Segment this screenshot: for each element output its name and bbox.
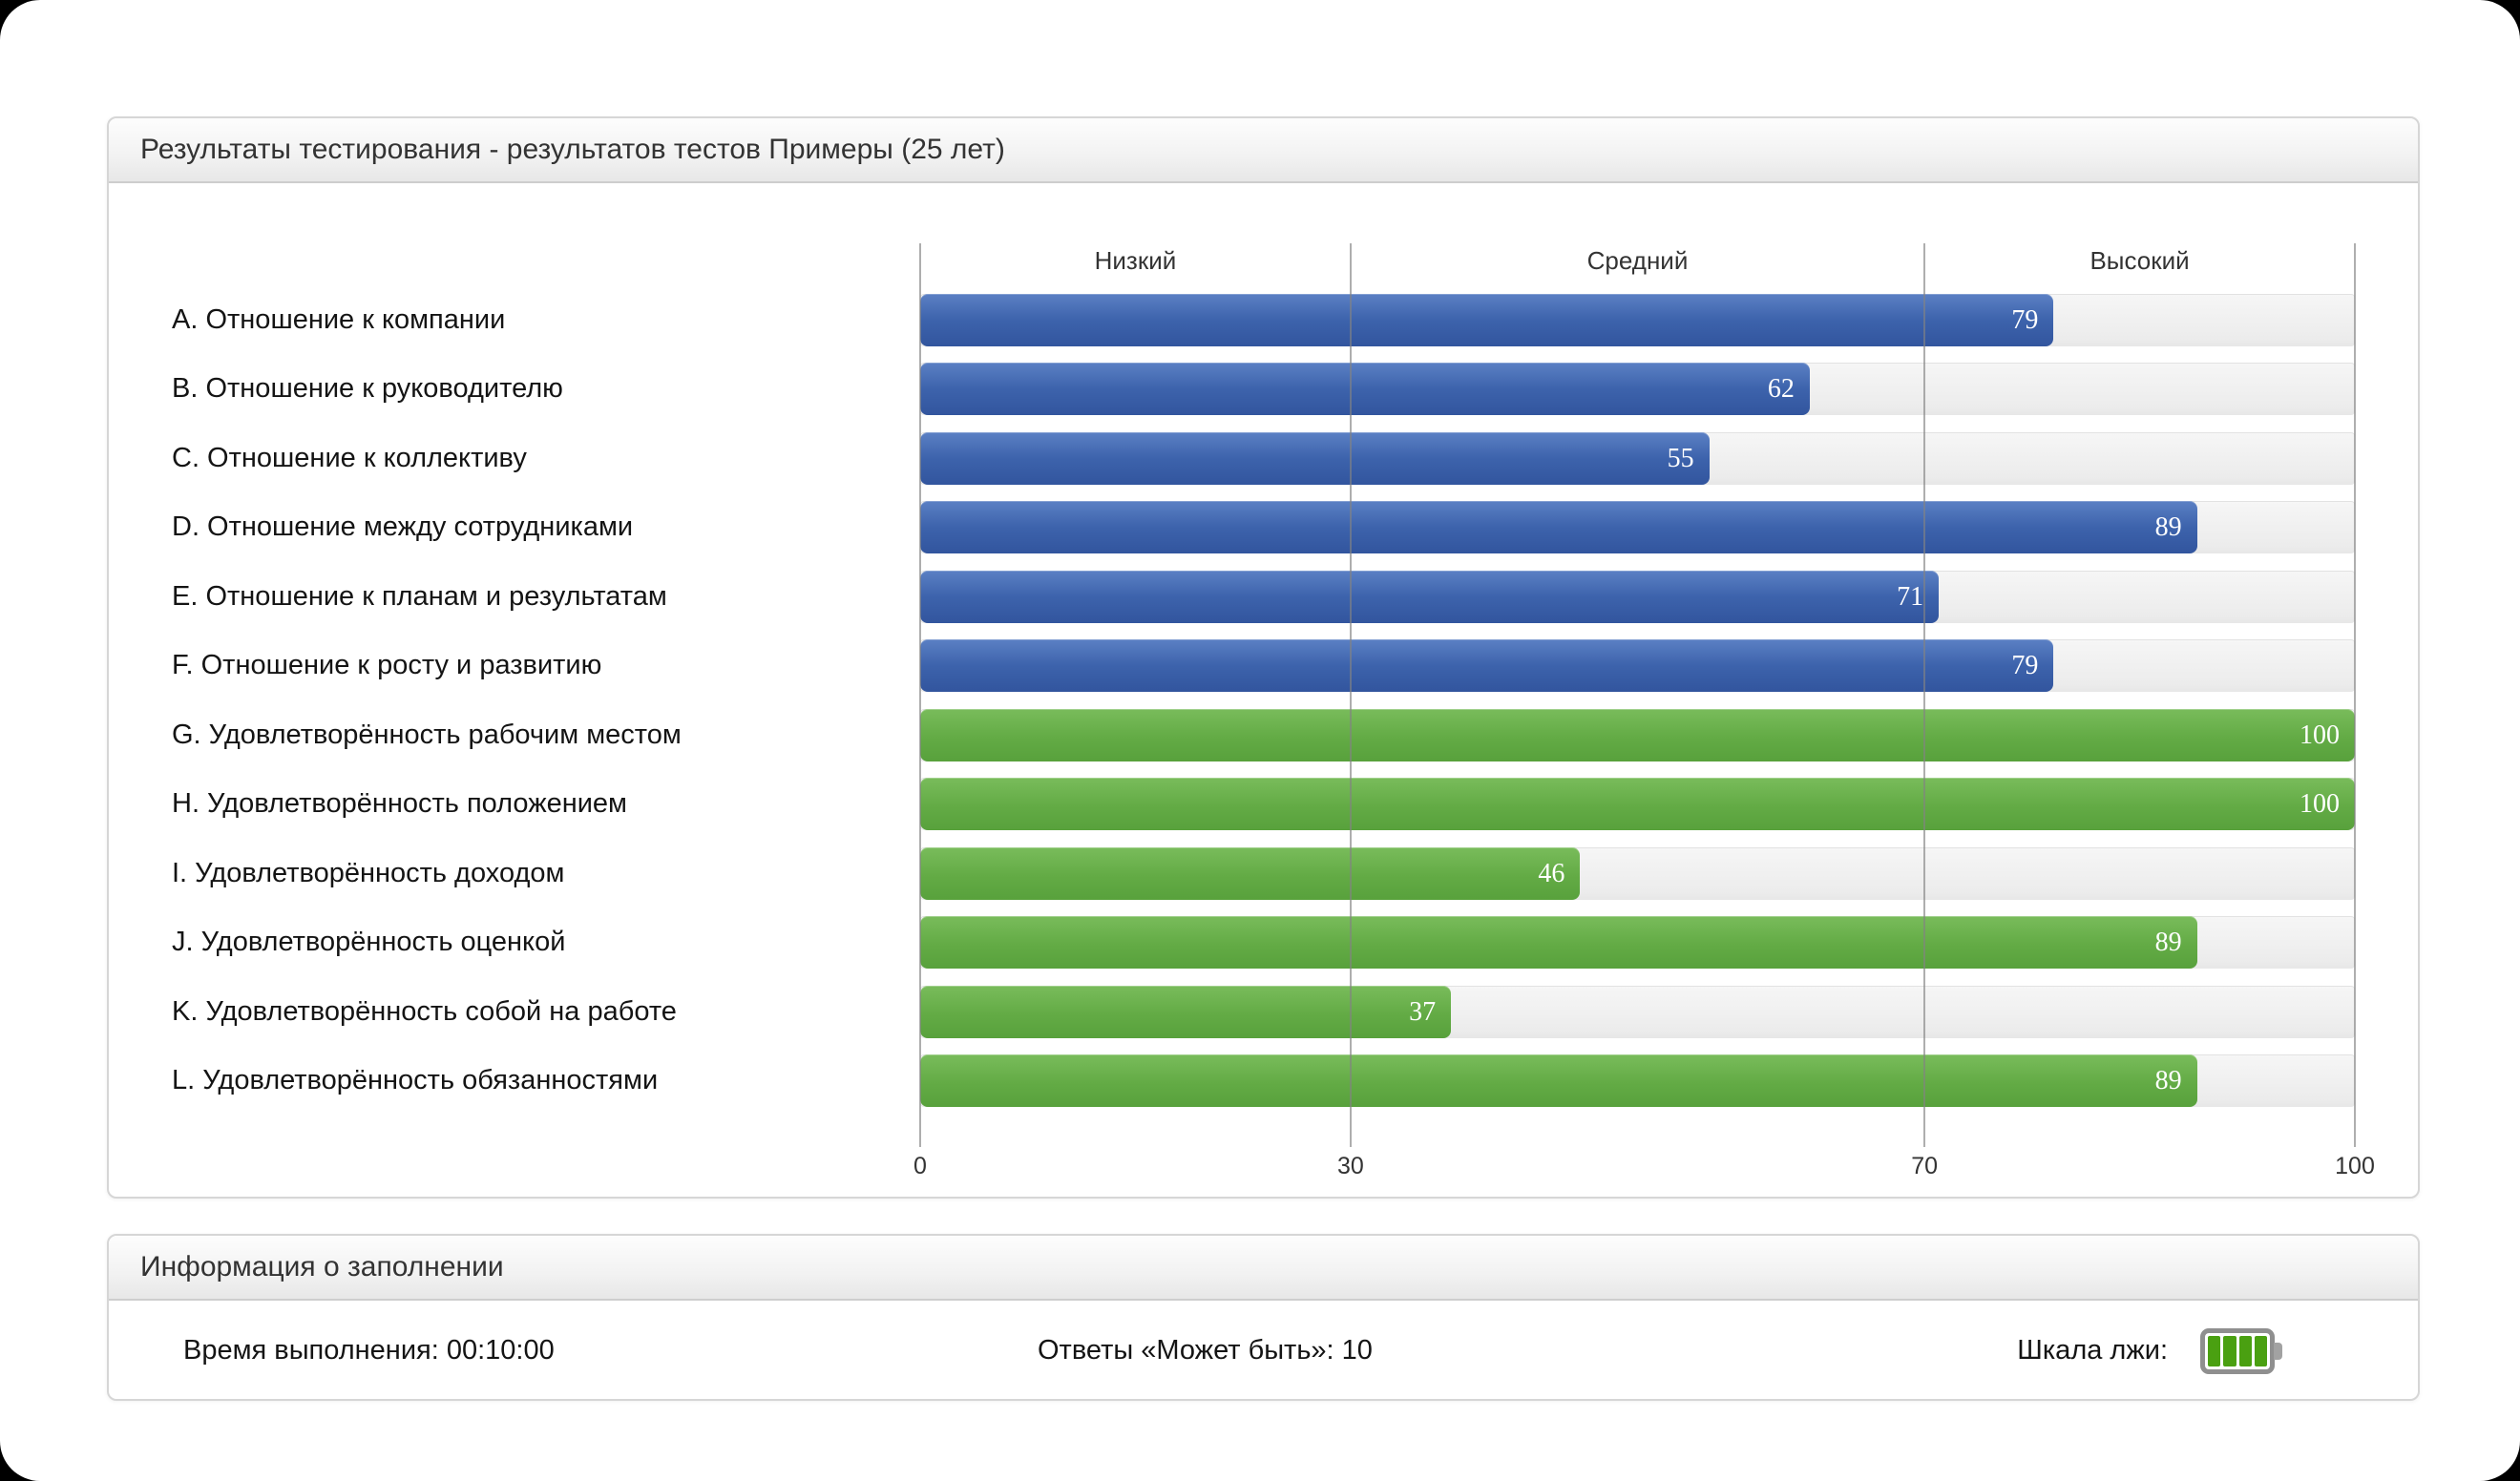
x-tick-label: 0 bbox=[914, 1153, 927, 1179]
battery-segment bbox=[2223, 1336, 2236, 1366]
bar-track: 100 bbox=[920, 709, 2355, 761]
battery-segment bbox=[2208, 1336, 2220, 1366]
battery-icon bbox=[2200, 1328, 2275, 1374]
x-tick-label: 100 bbox=[2335, 1153, 2375, 1179]
bar-value-label: 37 bbox=[1409, 986, 1451, 1038]
value-bar: 100 bbox=[920, 778, 2355, 830]
test-results-title: Результаты тестирования - результатов те… bbox=[140, 134, 1005, 166]
fill-info-header: Информация о заполнении bbox=[109, 1236, 2418, 1301]
zone-label: Средний bbox=[1587, 245, 1689, 276]
value-bar: 79 bbox=[920, 294, 2053, 346]
report-page: Результаты тестирования - результатов те… bbox=[0, 0, 2520, 1481]
test-results-header: Результаты тестирования - результатов те… bbox=[109, 118, 2418, 183]
bar-track: 46 bbox=[920, 847, 2355, 900]
category-label: E. Отношение к планам и результатам bbox=[109, 581, 920, 613]
category-label: L. Удовлетворённость обязанностями bbox=[109, 1065, 920, 1096]
value-bar: 89 bbox=[920, 916, 2197, 969]
lie-scale-label: Шкала лжи: bbox=[2017, 1335, 2168, 1366]
bar-value-label: 55 bbox=[1668, 432, 1710, 485]
lie-scale: Шкала лжи: bbox=[2017, 1328, 2275, 1374]
category-label: K. Удовлетворённость собой на работе bbox=[109, 996, 920, 1028]
test-results-panel: Результаты тестирования - результатов те… bbox=[107, 116, 2420, 1199]
zone-label: Низкий bbox=[1095, 245, 1177, 276]
value-bar: 100 bbox=[920, 709, 2355, 761]
bar-value-label: 100 bbox=[2300, 709, 2355, 761]
value-bar: 62 bbox=[920, 363, 1810, 415]
bar-value-label: 89 bbox=[2155, 1054, 2197, 1107]
bar-value-label: 46 bbox=[1538, 847, 1580, 900]
category-label: J. Удовлетворённость оценкой bbox=[109, 927, 920, 958]
maybe-answers: Ответы «Может быть»: 10 bbox=[1038, 1335, 1373, 1366]
chart-row: B. Отношение к руководителю 62 bbox=[109, 363, 2418, 415]
bar-track: 55 bbox=[920, 432, 2355, 485]
bar-track: 62 bbox=[920, 363, 2355, 415]
bar-track: 71 bbox=[920, 571, 2355, 623]
bar-track: 89 bbox=[920, 1054, 2355, 1107]
chart-row: F. Отношение к росту и развитию 79 bbox=[109, 639, 2418, 692]
category-label: B. Отношение к руководителю bbox=[109, 373, 920, 405]
bar-track: 79 bbox=[920, 639, 2355, 692]
chart-row: C. Отношение к коллективу 55 bbox=[109, 432, 2418, 485]
x-tick-label: 30 bbox=[1337, 1153, 1364, 1179]
category-label: G. Удовлетворённость рабочим местом bbox=[109, 720, 920, 751]
bar-track: 89 bbox=[920, 501, 2355, 553]
category-label: H. Удовлетворённость положением bbox=[109, 788, 920, 820]
fill-info-title: Информация о заполнении bbox=[140, 1251, 504, 1283]
chart-row: K. Удовлетворённость собой на работе 37 bbox=[109, 986, 2418, 1038]
bar-value-label: 62 bbox=[1768, 363, 1810, 415]
bar-track: 100 bbox=[920, 778, 2355, 830]
fill-info-body: Время выполнения: 00:10:00 Ответы «Может… bbox=[109, 1301, 2418, 1401]
bar-value-label: 89 bbox=[2155, 916, 2197, 969]
category-label: C. Отношение к коллективу bbox=[109, 443, 920, 474]
bar-track: 89 bbox=[920, 916, 2355, 969]
bar-value-label: 100 bbox=[2300, 778, 2355, 830]
value-bar: 79 bbox=[920, 639, 2053, 692]
battery-segment bbox=[2255, 1336, 2267, 1366]
bar-value-label: 89 bbox=[2155, 501, 2197, 553]
bar-track: 37 bbox=[920, 986, 2355, 1038]
chart-row: H. Удовлетворённость положением 100 bbox=[109, 778, 2418, 830]
value-bar: 55 bbox=[920, 432, 1710, 485]
value-bar: 89 bbox=[920, 1054, 2197, 1107]
category-label: F. Отношение к росту и развитию bbox=[109, 650, 920, 681]
bar-value-label: 71 bbox=[1897, 571, 1939, 623]
bar-track: 79 bbox=[920, 294, 2355, 346]
execution-time: Время выполнения: 00:10:00 bbox=[183, 1335, 555, 1366]
zone-label: Высокий bbox=[2090, 245, 2189, 276]
fill-info-panel: Информация о заполнении Время выполнения… bbox=[107, 1234, 2420, 1401]
value-bar: 46 bbox=[920, 847, 1580, 900]
chart-row: E. Отношение к планам и результатам 71 bbox=[109, 571, 2418, 623]
category-label: A. Отношение к компании bbox=[109, 304, 920, 336]
battery-segment bbox=[2239, 1336, 2252, 1366]
chart-row: I. Удовлетворённость доходом 46 bbox=[109, 847, 2418, 900]
bar-value-label: 79 bbox=[2011, 639, 2053, 692]
value-bar: 89 bbox=[920, 501, 2197, 553]
value-bar: 37 bbox=[920, 986, 1451, 1038]
bar-value-label: 79 bbox=[2011, 294, 2053, 346]
chart-row: L. Удовлетворённость обязанностями 89 bbox=[109, 1054, 2418, 1107]
value-bar: 71 bbox=[920, 571, 1939, 623]
chart-row: J. Удовлетворённость оценкой 89 bbox=[109, 916, 2418, 969]
bar-chart: A. Отношение к компании 79 B. Отношение … bbox=[109, 183, 2418, 1200]
category-label: I. Удовлетворённость доходом bbox=[109, 858, 920, 889]
chart-row: A. Отношение к компании 79 bbox=[109, 294, 2418, 346]
category-label: D. Отношение между сотрудниками bbox=[109, 511, 920, 543]
chart-row: D. Отношение между сотрудниками 89 bbox=[109, 501, 2418, 553]
chart-row: G. Удовлетворённость рабочим местом 100 bbox=[109, 709, 2418, 761]
x-tick-label: 70 bbox=[1911, 1153, 1938, 1179]
